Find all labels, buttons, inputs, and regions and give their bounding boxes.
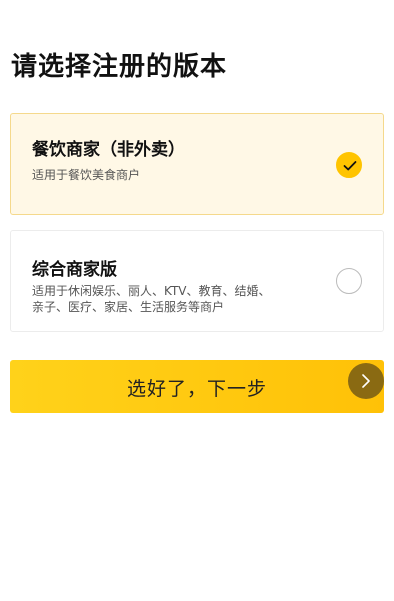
- option-title: 餐饮商家（非外卖）: [32, 140, 185, 160]
- next-step-label: 选好了，下一步: [126, 379, 267, 400]
- option-radio-unselected[interactable]: [336, 268, 362, 294]
- option-radio-selected[interactable]: [336, 152, 362, 178]
- chevron-right-icon: [348, 363, 384, 399]
- page-title: 请选择注册的版本: [11, 52, 228, 82]
- option-general-merchant[interactable]: 综合商家版 适用于休闲娱乐、丽人、KTV、教育、结婚、 亲子、医疗、家居、生活服…: [10, 230, 384, 332]
- option-description-line: 适用于休闲娱乐、丽人、KTV、教育、结婚、: [32, 284, 271, 298]
- option-description: 适用于休闲娱乐、丽人、KTV、教育、结婚、 亲子、医疗、家居、生活服务等商户: [32, 283, 270, 315]
- option-restaurant-merchant[interactable]: 餐饮商家（非外卖） 适用于餐饮美食商户: [10, 113, 384, 215]
- option-title: 综合商家版: [32, 260, 117, 280]
- option-description: 适用于餐饮美食商户: [32, 167, 140, 183]
- next-step-button[interactable]: 选好了，下一步: [10, 360, 384, 413]
- option-description-line: 亲子、医疗、家居、生活服务等商户: [32, 300, 225, 314]
- register-version-page: 请选择注册的版本 餐饮商家（非外卖） 适用于餐饮美食商户 综合商家版 适用于休闲…: [0, 0, 394, 601]
- option-description-line: 适用于餐饮美食商户: [32, 168, 141, 182]
